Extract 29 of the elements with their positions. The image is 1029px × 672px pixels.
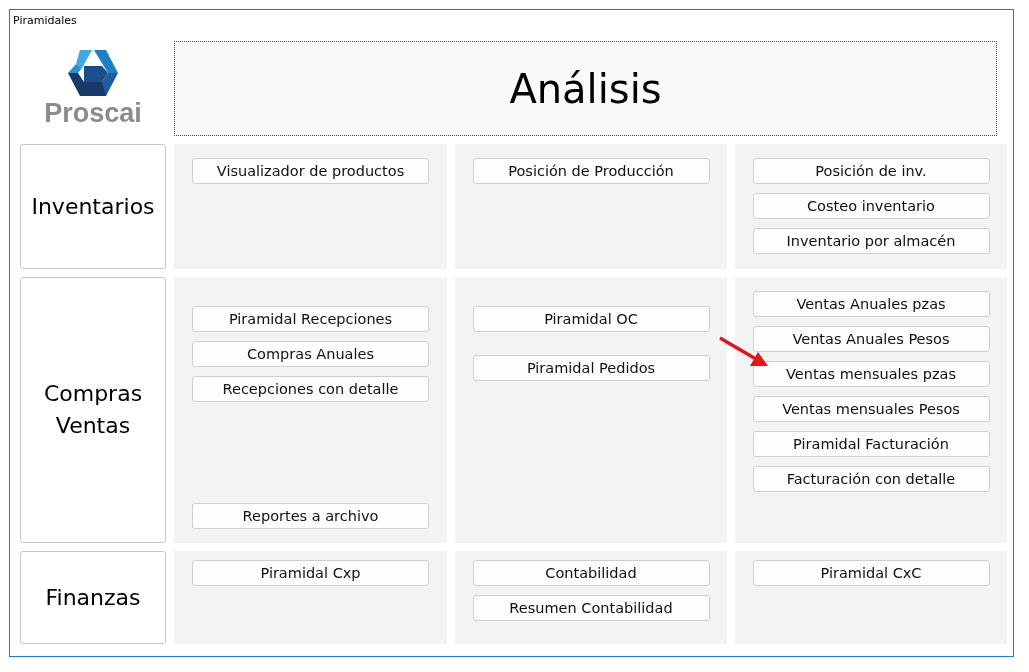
report-button[interactable]: Contabilidad [472,560,710,586]
report-button[interactable]: Reportes a archivo [192,503,429,529]
report-button[interactable]: Piramidal OC [472,306,710,332]
report-button[interactable]: Piramidal Recepciones [192,306,429,332]
section-label: Finanzas [20,551,166,644]
report-button[interactable]: Posición de Producción [472,158,710,184]
report-button[interactable]: Ventas Anuales Pesos [752,326,990,352]
section-label: Inventarios [20,144,166,269]
section-label: Compras Ventas [20,277,166,543]
report-button[interactable]: Piramidal Cxp [192,560,429,586]
window-title: Piramidales [12,13,78,28]
report-button[interactable]: Recepciones con detalle [192,376,429,402]
report-button[interactable]: Ventas mensuales pzas [752,361,990,387]
report-button[interactable]: Inventario por almacén [752,228,990,254]
report-button[interactable]: Compras Anuales [192,341,429,367]
logo-text: Proscai [44,100,142,127]
annotation-arrow [718,336,770,368]
report-button[interactable]: Costeo inventario [752,193,990,219]
report-button[interactable]: Piramidal Pedidos [472,355,710,381]
report-button[interactable]: Piramidal CxC [752,560,990,586]
report-button[interactable]: Facturación con detalle [752,466,990,492]
report-button[interactable]: Ventas Anuales pzas [752,291,990,317]
logo-icon [68,50,118,96]
report-button[interactable]: Piramidal Facturación [752,431,990,457]
report-button[interactable]: Resumen Contabilidad [472,595,710,621]
report-button[interactable]: Posición de inv. [752,158,990,184]
header-title: Análisis [174,41,997,136]
report-button[interactable]: Visualizador de productos [192,158,429,184]
report-button[interactable]: Ventas mensuales Pesos [752,396,990,422]
